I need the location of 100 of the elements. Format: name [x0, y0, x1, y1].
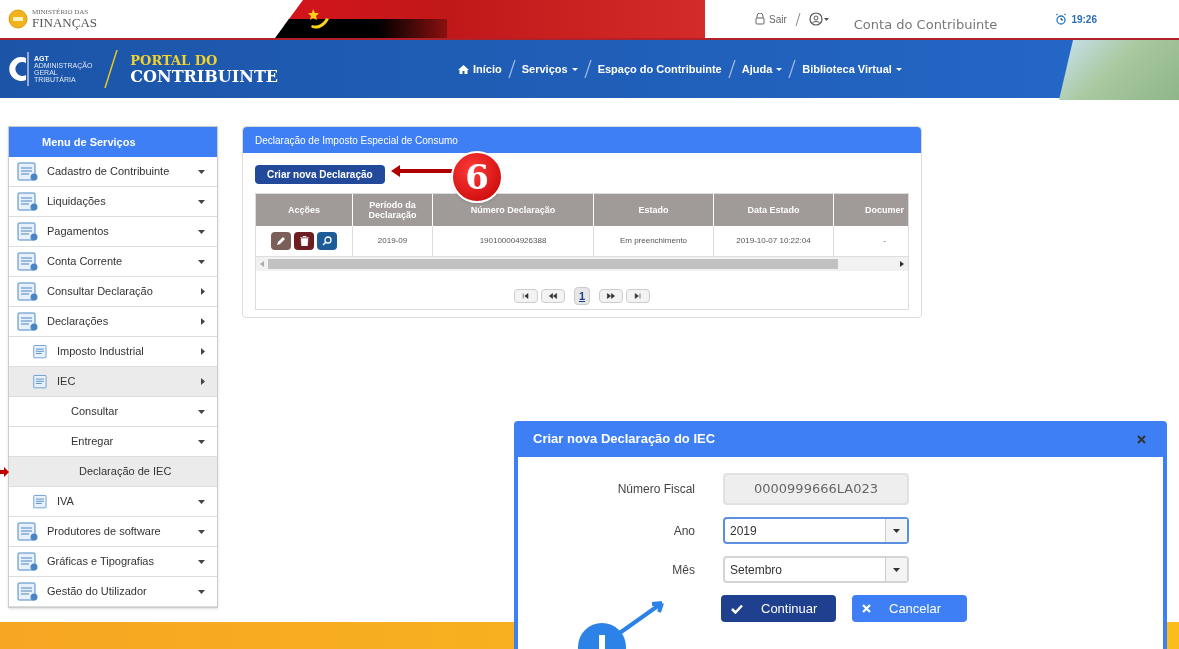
cancel-button[interactable]: Cancelar	[852, 595, 967, 622]
caret-down-icon	[198, 169, 205, 174]
panel-header: Declaração de Imposto Especial de Consumo	[243, 127, 921, 153]
page-button[interactable]: 1	[573, 287, 591, 305]
slash-divider	[794, 12, 801, 26]
menu-item[interactable]: Declarações	[9, 307, 217, 337]
caret-down-icon	[198, 229, 205, 234]
pagination-button[interactable]	[540, 289, 565, 303]
menu-item[interactable]: Entregar	[9, 427, 217, 457]
menu-item[interactable]: Consultar Declaração	[9, 277, 217, 307]
menu-title: Menu de Serviços	[9, 127, 217, 157]
menu-item[interactable]: Consultar	[9, 397, 217, 427]
menu-item-label: Cadastro de Contribuinte	[47, 164, 171, 180]
caret-down-icon	[198, 259, 205, 264]
menu-item-label: Liquidações	[47, 194, 107, 210]
menu-item[interactable]: Pagamentos	[9, 217, 217, 247]
logout-link[interactable]: Sair	[769, 11, 787, 27]
document-icon	[33, 492, 49, 511]
menu-item[interactable]: Imposto Industrial	[9, 337, 217, 367]
table-cell: 2019-09	[377, 235, 408, 247]
menu-item-label: Declaração de IEC	[78, 464, 173, 480]
close-button[interactable]	[1134, 432, 1148, 446]
pagination-button[interactable]	[599, 289, 624, 303]
ministry-name: FINANÇAS	[32, 16, 97, 29]
table-cell: 2019-10-07 10:22:04	[736, 235, 811, 247]
user-menu-icon[interactable]	[808, 12, 829, 26]
check-icon	[731, 603, 743, 614]
slash-divider	[507, 60, 516, 78]
caret-right-icon	[201, 348, 205, 355]
create-declaration-button[interactable]: Criar nova Declaração	[255, 165, 385, 184]
pagination-button[interactable]	[626, 289, 651, 303]
view-button[interactable]	[317, 232, 337, 250]
document-icon	[17, 551, 39, 572]
account-title: Conta do Contribuinte	[853, 16, 998, 35]
continue-button[interactable]: Continuar	[721, 595, 836, 622]
portal-title-top: PORTAL DO	[130, 53, 219, 69]
edit-button[interactable]	[271, 232, 291, 250]
close-icon	[1136, 434, 1146, 444]
nav-link[interactable]: Serviços	[521, 60, 578, 78]
nav-link[interactable]: Início	[458, 60, 502, 78]
select-value: 2019	[729, 522, 758, 540]
menu-item[interactable]: Gráficas e Tipografias	[9, 547, 217, 577]
lock-icon	[755, 13, 765, 25]
pencil-icon	[276, 236, 286, 246]
menu-item[interactable]: Cadastro de Contribuinte	[9, 157, 217, 187]
callout-arrow-icon	[391, 165, 453, 177]
slash-divider	[104, 50, 119, 88]
horizontal-scrollbar[interactable]	[256, 257, 908, 271]
select-field[interactable]: 2019	[723, 517, 909, 544]
field-label: Ano	[672, 522, 696, 540]
caret-down-icon	[198, 409, 205, 414]
menu-item-label: Consultar Declaração	[47, 284, 154, 300]
nav-link[interactable]: Espaço do Contribuinte	[597, 60, 722, 78]
select-value: Setembro	[729, 561, 784, 579]
document-icon	[17, 191, 39, 212]
caret-down-icon	[198, 529, 205, 534]
menu-item-label: Gráficas e Tipografias	[47, 554, 155, 570]
table-cell: -	[883, 235, 886, 247]
alarm-clock-icon	[1055, 13, 1068, 25]
document-icon	[17, 311, 39, 332]
caret-down-icon	[198, 199, 205, 204]
column-header: Documer	[834, 194, 908, 226]
scroll-right-icon[interactable]	[900, 261, 904, 267]
portal-title-bottom: CONTRIBUINTE	[130, 69, 278, 85]
delete-button[interactable]	[294, 232, 314, 250]
home-icon	[458, 64, 469, 74]
column-header: Data Estado	[714, 194, 834, 226]
slash-divider	[727, 60, 736, 78]
close-icon	[862, 604, 871, 613]
clock-time: 19:26	[1071, 12, 1097, 27]
step-badge: 6	[451, 151, 503, 203]
pagination-button[interactable]	[513, 289, 538, 303]
menu-item[interactable]: Liquidações	[9, 187, 217, 217]
document-icon	[17, 581, 39, 602]
tax-number-field: 0000999666LA023	[723, 473, 909, 505]
column-header: Acções	[256, 194, 353, 226]
document-icon	[33, 342, 49, 361]
slash-divider	[583, 60, 592, 78]
menu-item-label: Entregar	[71, 434, 115, 450]
menu-item[interactable]: Produtores de software	[9, 517, 217, 547]
dialog-title: Criar nova Declaração do IEC	[533, 430, 716, 449]
document-icon	[17, 251, 39, 272]
nav-link[interactable]: Biblioteca Virtual	[802, 60, 902, 78]
caret-down-icon	[895, 67, 902, 71]
slash-divider	[788, 60, 797, 78]
menu-item[interactable]: IEC	[9, 367, 217, 397]
menu-item[interactable]: Declaração de IEC	[9, 457, 217, 487]
menu-item-label: Consultar	[71, 404, 120, 420]
menu-item-label: IEC	[57, 374, 77, 390]
menu-item-label: Conta Corrente	[47, 254, 124, 270]
coin-logo-icon	[8, 9, 28, 29]
menu-item[interactable]: IVA	[9, 487, 217, 517]
caret-right-icon	[201, 378, 205, 385]
menu-item[interactable]: Gestão do Utilizador	[9, 577, 217, 607]
nav-link[interactable]: Ajuda	[741, 60, 783, 78]
field-label: Mês	[671, 561, 696, 579]
menu-item[interactable]: Conta Corrente	[9, 247, 217, 277]
field-label: Número Fiscal	[616, 481, 696, 498]
caret-down-icon	[893, 528, 900, 533]
select-field[interactable]: Setembro	[723, 556, 909, 583]
